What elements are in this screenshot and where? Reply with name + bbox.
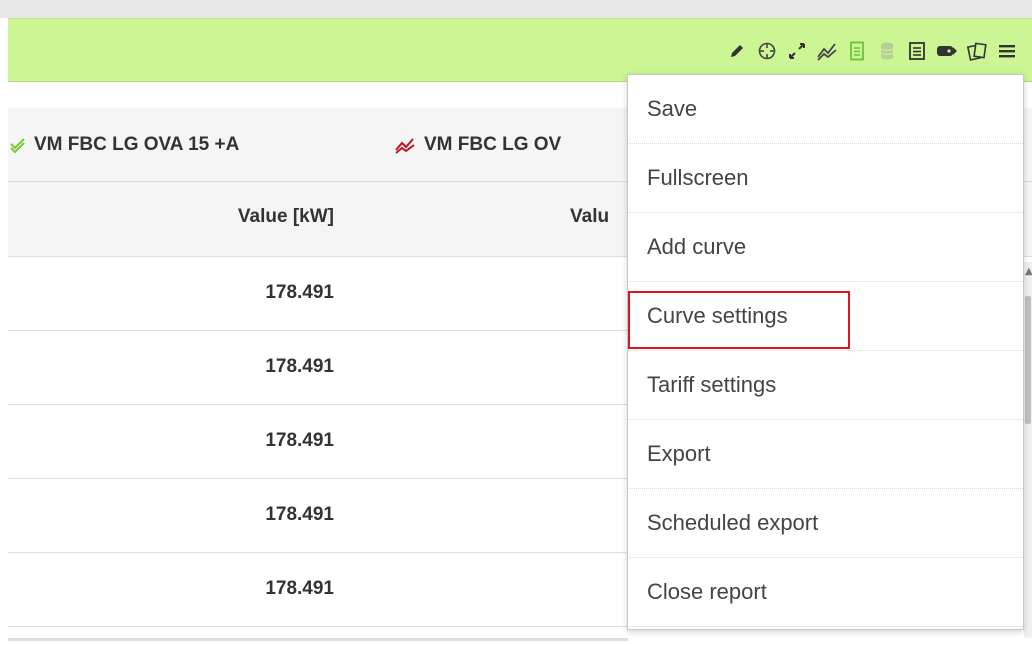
column-header-value[interactable]: Value [kW] bbox=[8, 206, 334, 228]
menu-item-curve-settings[interactable]: Curve settings bbox=[628, 282, 1023, 351]
series-label: VM FBC LG OV bbox=[424, 134, 562, 155]
series-legend-item[interactable]: VM FBC LG OVA 15 +A bbox=[10, 132, 239, 158]
top-strip bbox=[0, 0, 1032, 18]
series-legend-item[interactable]: VM FBC LG OV bbox=[394, 132, 561, 158]
list-icon[interactable] bbox=[902, 40, 932, 62]
document-icon[interactable] bbox=[842, 40, 872, 62]
check-curve-icon bbox=[10, 138, 25, 153]
column-header-value-2[interactable]: Valu bbox=[570, 206, 609, 228]
compare-icon[interactable] bbox=[962, 40, 992, 62]
table-cell-value: 178.491 bbox=[265, 504, 334, 525]
report-toolbar bbox=[8, 18, 1032, 82]
scroll-up-arrow-icon[interactable]: ▲ bbox=[1025, 266, 1032, 277]
series-label: VM FBC LG OVA 15 +A bbox=[34, 134, 240, 155]
tag-icon[interactable] bbox=[932, 40, 962, 62]
database-icon[interactable] bbox=[872, 40, 902, 62]
menu-item-tariff-settings[interactable]: Tariff settings bbox=[628, 351, 1023, 420]
toolbar-icons bbox=[722, 40, 1022, 62]
hamburger-menu-icon[interactable] bbox=[992, 40, 1022, 62]
menu-item-add-curve[interactable]: Add curve bbox=[628, 213, 1023, 282]
report-actions-menu: Save Fullscreen Add curve Curve settings… bbox=[627, 74, 1024, 630]
menu-item-scheduled-export[interactable]: Scheduled export bbox=[628, 489, 1023, 558]
add-curve-icon[interactable] bbox=[812, 40, 842, 62]
table-cell-value: 178.491 bbox=[265, 578, 334, 599]
menu-item-export[interactable]: Export bbox=[628, 420, 1023, 489]
table-cell-value: 178.491 bbox=[265, 356, 334, 377]
table-cell-value: 178.491 bbox=[265, 430, 334, 451]
curve-icon bbox=[395, 138, 415, 154]
table-cell-value: 178.491 bbox=[265, 282, 334, 303]
expand-icon[interactable] bbox=[782, 40, 812, 62]
menu-item-save[interactable]: Save bbox=[628, 75, 1023, 144]
menu-item-close-report[interactable]: Close report bbox=[628, 558, 1023, 627]
scrollbar-thumb[interactable] bbox=[1025, 296, 1031, 424]
menu-item-fullscreen[interactable]: Fullscreen bbox=[628, 144, 1023, 213]
crosshair-icon[interactable] bbox=[752, 40, 782, 62]
pencil-icon[interactable] bbox=[722, 40, 752, 62]
table-bottom-border bbox=[8, 638, 628, 641]
